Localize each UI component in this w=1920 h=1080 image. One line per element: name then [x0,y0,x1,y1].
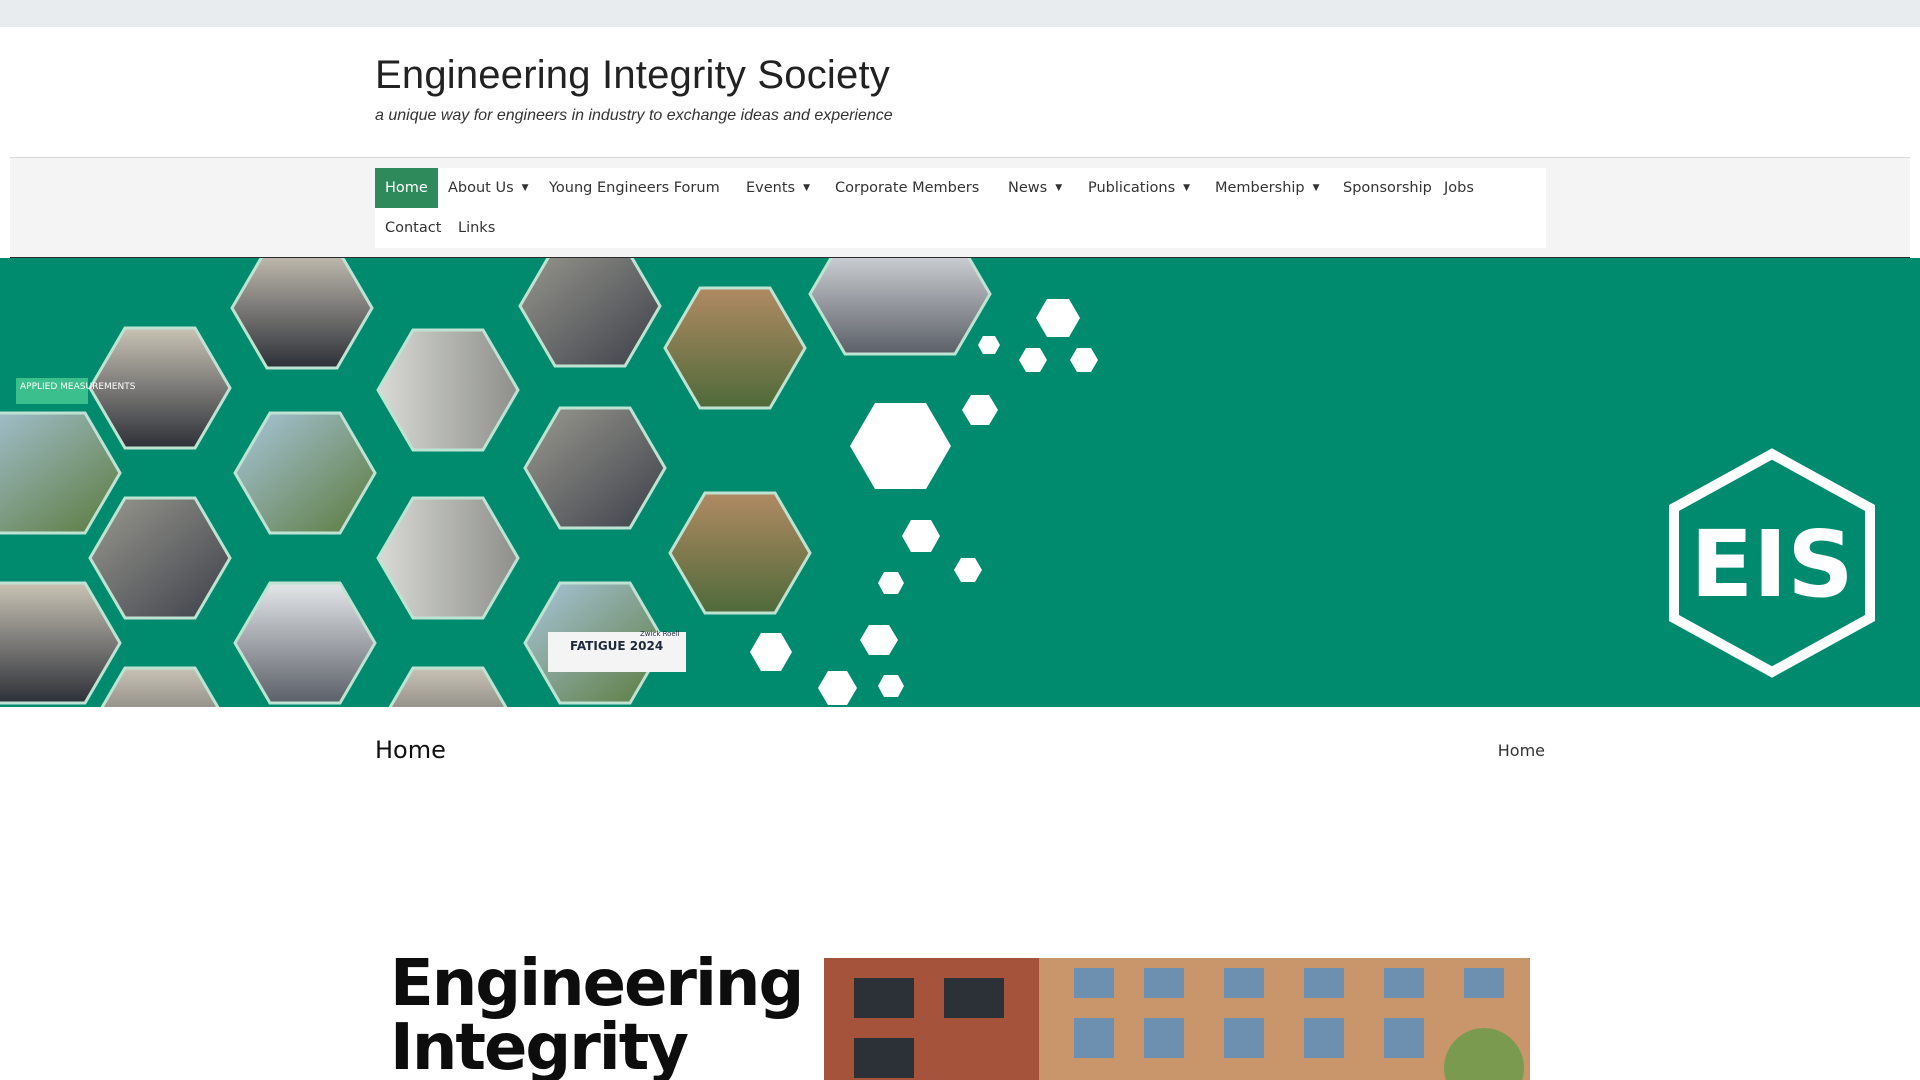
nav-item-contact[interactable]: Contact [375,208,451,248]
photo-hex [523,406,667,530]
caret-down-icon: ▼ [1312,183,1320,193]
nav-item-young-engineers-forum[interactable]: Young Engineers Forum [539,168,730,208]
building-photo [824,958,1530,1080]
nav-item-news[interactable]: News ▼ [998,168,1072,208]
nav-item-jobs[interactable]: Jobs [1434,168,1484,208]
eis-logo-icon: EIS [1669,448,1875,678]
nav-item-label: Contact [385,220,442,236]
nav-item-label: Membership [1215,180,1305,196]
nav-item-links[interactable]: Links [448,208,505,248]
photo-hex [88,496,232,620]
nav-item-events[interactable]: Events ▼ [736,168,820,208]
breadcrumb[interactable]: Home [1498,741,1545,760]
nav-item-label: Young Engineers Forum [549,180,720,196]
nav-item-label: News [1008,180,1048,196]
photo-hex [0,411,122,535]
nav-item-about-us[interactable]: About Us ▼ [438,168,539,208]
nav-item-label: Corporate Members [835,180,980,196]
nav-item-label: Home [385,180,428,196]
photo-hex [233,581,377,705]
photo-hex [388,666,508,707]
svg-text:EIS: EIS [1690,511,1853,618]
photo-caption: Zwick Roell [640,630,680,638]
main-menu: Home About Us ▼ Young Engineers Forum Eve… [375,168,1546,248]
caret-down-icon: ▼ [1055,183,1063,193]
photo-hex [376,496,520,620]
site-tagline: a unique way for engineers in industry t… [375,107,893,124]
photo-hex [100,666,220,707]
photo-hex [663,286,807,410]
nav-item-membership[interactable]: Membership ▼ [1205,168,1330,208]
site-title[interactable]: Engineering Integrity Society [375,53,890,98]
site-header: Engineering Integrity Society a unique w… [0,27,1920,157]
photo-hex [230,258,374,370]
nav-item-label: About Us [448,180,514,196]
page-title: Home [375,736,446,764]
photo-caption: APPLIED MEASUREMENTS [20,382,136,392]
decorative-hexagons [750,299,1098,705]
top-bar [0,0,1920,27]
nav-item-label: Jobs [1444,180,1474,196]
nav-item-label: Sponsorship [1343,180,1432,196]
nav-item-label: Links [458,220,496,236]
hero-banner: APPLIED MEASUREMENTS FATIGUE 2024 Zwick … [0,258,1920,707]
caret-down-icon: ▼ [521,183,529,193]
building-image [824,958,1530,1080]
nav-item-home[interactable]: Home [375,168,438,208]
nav-item-publications[interactable]: Publications ▼ [1078,168,1200,208]
hexagon-photo-collage: APPLIED MEASUREMENTS FATIGUE 2024 Zwick … [0,258,1875,707]
photo-hex [668,491,812,615]
photo-hex [233,411,377,535]
photo-caption: FATIGUE 2024 [570,639,663,653]
hero-heading: Engineering Integrity [390,947,804,1080]
photo-hex [376,328,520,452]
caret-down-icon: ▼ [803,183,811,193]
caret-down-icon: ▼ [1183,183,1191,193]
nav-item-label: Publications [1088,180,1176,196]
nav-item-corporate-members[interactable]: Corporate Members [825,168,989,208]
photo-hex [808,258,992,356]
photo-hex [518,258,662,368]
nav-item-sponsorship[interactable]: Sponsorship [1333,168,1442,208]
navigation-bar: Home About Us ▼ Young Engineers Forum Eve… [10,157,1910,258]
nav-item-label: Events [746,180,796,196]
photo-hex [0,581,122,705]
